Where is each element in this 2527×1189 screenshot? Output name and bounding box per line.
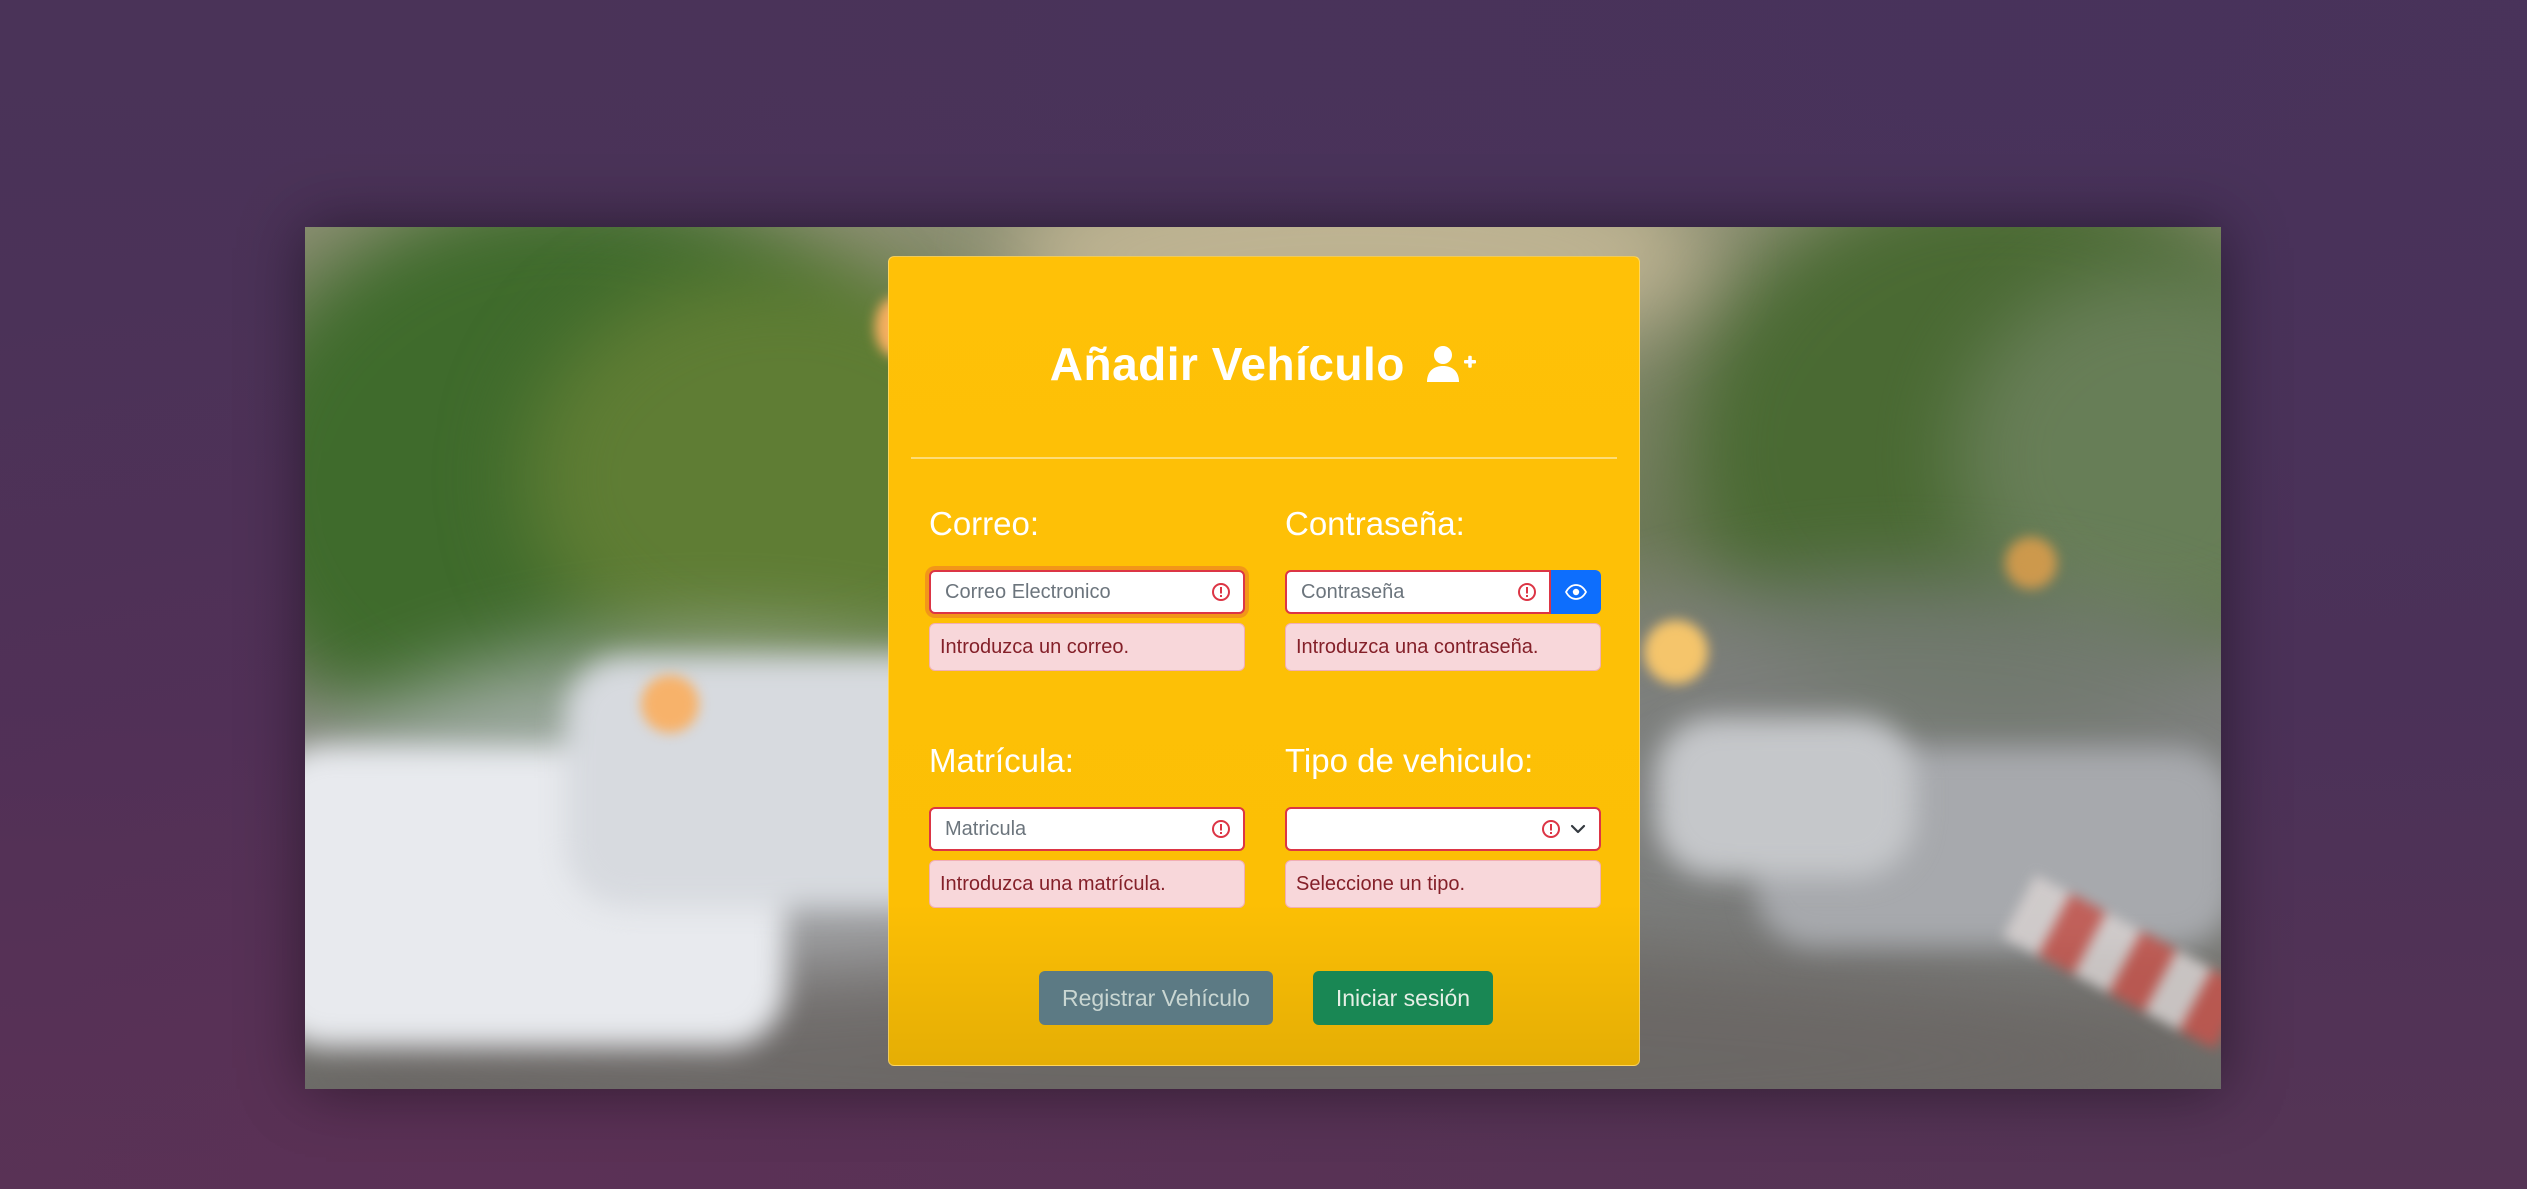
form-title: Añadir Vehículo <box>889 337 1639 395</box>
matricula-label: Matrícula: <box>929 742 1074 779</box>
password-feedback: Introduzca una contraseña. <box>1285 623 1601 671</box>
error-icon <box>1518 583 1536 601</box>
form-title-text: Añadir Vehículo <box>1049 338 1405 390</box>
user-plus-icon <box>1426 341 1478 395</box>
email-placeholder: Correo Electronico <box>945 580 1111 603</box>
license-plate-field[interactable]: Matricula <box>929 807 1245 851</box>
register-vehicle-button[interactable]: Registrar Vehículo <box>1039 971 1273 1025</box>
error-icon <box>1542 820 1560 838</box>
license-plate-placeholder: Matricula <box>945 817 1027 840</box>
contrasena-label: Contraseña: <box>1285 505 1465 542</box>
vehicle-type-feedback: Seleccione un tipo. <box>1285 860 1601 908</box>
vehicle-type-select[interactable] <box>1285 807 1601 851</box>
toggle-password-button[interactable] <box>1551 570 1601 614</box>
email-field[interactable]: Correo Electronico <box>929 570 1245 614</box>
email-feedback: Introduzca un correo. <box>929 623 1245 671</box>
error-icon <box>1212 820 1230 838</box>
license-plate-feedback: Introduzca una matrícula. <box>929 860 1245 908</box>
tipo-label: Tipo de vehiculo: <box>1285 742 1534 779</box>
password-field[interactable]: Contraseña <box>1285 570 1551 614</box>
login-button[interactable]: Iniciar sesión <box>1313 971 1493 1025</box>
add-vehicle-form: Añadir Vehículo Correo: Correo Electroni… <box>888 256 1640 1066</box>
correo-label: Correo: <box>929 505 1040 542</box>
eye-icon <box>1565 584 1587 600</box>
title-divider <box>911 457 1617 459</box>
password-placeholder: Contraseña <box>1301 580 1405 603</box>
error-icon <box>1212 583 1230 601</box>
chevron-down-icon <box>1570 824 1586 834</box>
